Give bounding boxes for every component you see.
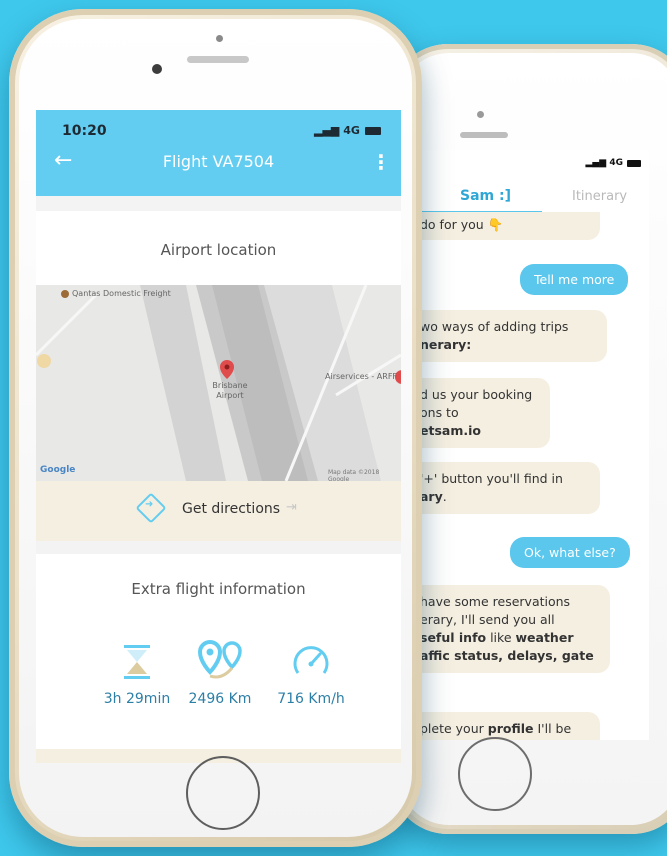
network-label: 4G: [343, 124, 360, 137]
home-button[interactable]: [186, 756, 260, 830]
user-message: Tell me more: [520, 264, 629, 295]
tab-sam[interactable]: Sam :]: [460, 188, 511, 204]
battery-icon: [365, 127, 381, 135]
bot-message: have some reservations erary, I'll send …: [422, 585, 610, 673]
directions-arrow-icon: ➜: [145, 499, 154, 510]
message-text-bold: ary: [422, 489, 443, 504]
message-text: erary, I'll send you all: [422, 612, 555, 627]
proximity-sensor: [216, 35, 223, 42]
message-text: I'll be: [533, 721, 572, 736]
speedometer-icon: [293, 646, 329, 674]
message-text: d us your booking: [422, 387, 533, 402]
status-time: 10:20: [62, 123, 107, 139]
get-directions-label: Get directions: [182, 501, 281, 517]
user-message: Ok, what else?: [510, 537, 630, 568]
message-text: ons to: [422, 405, 459, 420]
message-text: .: [442, 489, 447, 504]
message-text-bold: weather: [515, 630, 574, 645]
message-text: Tell me more: [534, 272, 615, 287]
google-logo: Google: [40, 465, 76, 475]
message-text-bold: seful info: [422, 630, 487, 645]
tab-bar: Sam :] Itinerary: [422, 180, 649, 215]
map-label-arff: Airservices - ARFF: [325, 372, 398, 381]
get-directions-button[interactable]: ➜ Get directions ⇥: [36, 481, 401, 541]
map-label-freight: Qantas Domestic Freight: [72, 289, 171, 298]
battery-icon: [627, 160, 641, 167]
camera-icon: [477, 111, 484, 118]
message-text-bold: nerary:: [422, 337, 472, 352]
message-text: plete your: [422, 721, 484, 736]
bot-message: plete your profile I'll be: [422, 712, 600, 740]
route-pins-icon: [197, 640, 242, 679]
home-button[interactable]: [458, 737, 532, 811]
chat-messages: do for you 👇 Tell me more wo ways of add…: [422, 212, 649, 740]
front-phone: 10:20 ▂▄▆ 4G ← Flight VA7504 ⋮ Airport l…: [9, 9, 422, 847]
network-label: 4G: [609, 158, 623, 168]
message-text: '+' button you'll find in: [422, 471, 563, 486]
map-attribution: Map data ©2018 Google: [328, 469, 380, 481]
message-text: Ok, what else?: [524, 545, 616, 560]
extra-flight-info-card: Extra flight information 3h 29min 2496 K…: [36, 554, 401, 749]
signal-icon: ▂▄▆ 4G: [585, 158, 623, 168]
flight-distance: 2496 Km: [188, 691, 252, 707]
airport-map[interactable]: Qantas Domestic Freight Brisbane Airport…: [36, 285, 401, 481]
kebab-menu-icon[interactable]: ⋮: [371, 150, 391, 174]
section-title: Airport location: [160, 241, 277, 259]
map-label-airport: Brisbane Airport: [212, 381, 248, 400]
flight-speed: 716 Km/h: [277, 691, 345, 707]
tab-itinerary[interactable]: Itinerary: [572, 189, 627, 204]
flight-screen: 10:20 ▂▄▆ 4G ← Flight VA7504 ⋮ Airport l…: [36, 110, 401, 763]
airport-location-card: Airport location Qantas Domestic Freight…: [36, 211, 401, 541]
bot-message: '+' button you'll find in ary.: [422, 462, 600, 514]
message-text-bold: affic status, delays, gate: [422, 648, 594, 663]
message-text-bold: profile: [487, 721, 534, 736]
bot-message: wo ways of adding trips nerary:: [422, 310, 607, 362]
section-title: Extra flight information: [131, 580, 306, 598]
message-text: wo ways of adding trips: [422, 319, 569, 334]
status-bar: ▂▄▆ 4G: [422, 150, 649, 180]
camera-icon: [152, 64, 162, 74]
chat-screen: ▂▄▆ 4G Sam :] Itinerary do for you 👇 Tel…: [422, 150, 649, 740]
message-email[interactable]: etsam.io: [422, 422, 538, 440]
page-title: Flight VA7504: [162, 152, 275, 171]
message-text: have some reservations: [422, 594, 571, 609]
speaker-grille: [460, 132, 508, 138]
bot-message: do for you 👇: [422, 212, 600, 240]
message-text: like: [486, 630, 516, 645]
speaker-grille: [187, 56, 249, 63]
bot-message: d us your booking ons to etsam.io: [422, 378, 550, 448]
back-phone: ▂▄▆ 4G Sam :] Itinerary do for you 👇 Tel…: [390, 44, 667, 834]
hourglass-icon: [124, 645, 150, 679]
signal-icon: ▂▄▆ 4G: [314, 124, 360, 137]
message-text: do for you 👇: [422, 217, 504, 232]
app-header: 10:20 ▂▄▆ 4G ← Flight VA7504 ⋮: [36, 110, 401, 196]
external-link-icon: ⇥: [286, 500, 297, 515]
